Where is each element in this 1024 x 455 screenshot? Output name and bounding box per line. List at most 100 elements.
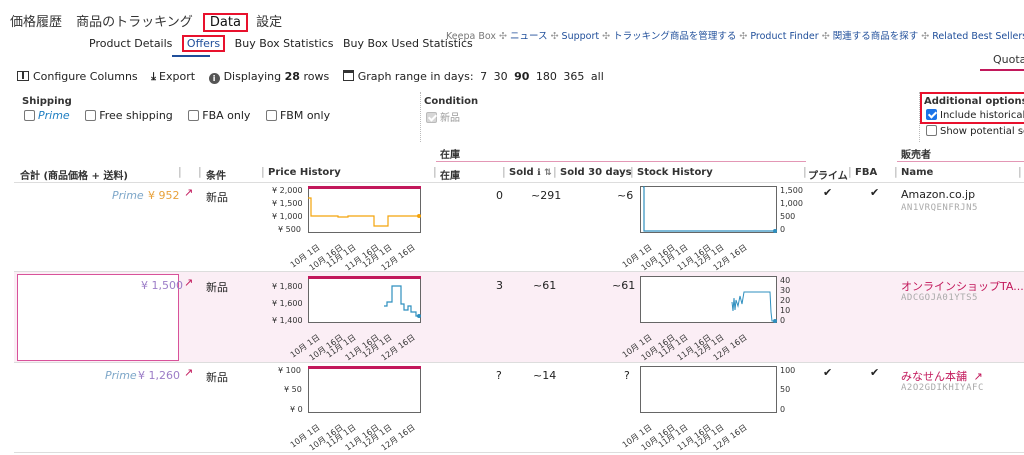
shipping-options: Prime Free shipping FBA only FBM only: [24, 109, 330, 122]
sold-info-icon: ℹ: [537, 168, 541, 178]
stock-axis-label: 0: [780, 316, 786, 325]
link-related-products[interactable]: 関連する商品を探す: [833, 31, 919, 42]
header-condition[interactable]: 条件: [206, 167, 226, 182]
range-all[interactable]: all: [591, 70, 604, 83]
header-price-history[interactable]: Price History: [268, 167, 341, 178]
range-365[interactable]: 365: [563, 70, 584, 83]
header-sep-6: |: [553, 165, 557, 178]
sub-tab-bar: Product Details Offers Buy Box Statistic…: [89, 35, 473, 52]
external-link-icon[interactable]: ↗: [184, 276, 193, 289]
row-stock: ?: [496, 369, 502, 382]
header-total[interactable]: 合計 (商品価格 + 送料): [20, 167, 128, 182]
quota-underline: [980, 69, 1024, 71]
row-sold: ~14: [533, 369, 557, 382]
price-axis-label: ¥ 1,500: [272, 199, 303, 208]
price-history-chart[interactable]: [308, 276, 421, 324]
header-sep-8: |: [803, 165, 807, 178]
row-stock: 3: [496, 279, 503, 292]
include-historical-option[interactable]: Include historical o: [926, 109, 1024, 121]
free-shipping-checkbox[interactable]: [85, 110, 97, 121]
price-axis-label: ¥ 500: [278, 225, 301, 234]
stock-axis-label: 0: [780, 225, 786, 234]
row-sold: ~61: [533, 279, 557, 292]
stock-history-chart[interactable]: [640, 366, 777, 414]
tab-settings[interactable]: 設定: [256, 15, 282, 30]
range-180[interactable]: 180: [536, 70, 557, 83]
external-link-icon[interactable]: ↗: [184, 366, 193, 379]
fbm-only-checkbox[interactable]: [265, 110, 277, 121]
tab-tracking[interactable]: 商品のトラッキング: [76, 15, 193, 30]
seller-name[interactable]: オンラインショップTA...: [901, 278, 1024, 294]
header-sold30[interactable]: Sold 30 days: [560, 167, 632, 178]
header-sep-10: |: [894, 165, 898, 178]
shipping-fba-option[interactable]: FBA only: [188, 109, 250, 122]
header-fba[interactable]: FBA: [855, 167, 877, 178]
toolbar: Configure Columns ⤓ Export i Displaying 28…: [17, 70, 604, 84]
stock-axis-label: 1,500: [780, 186, 803, 195]
link-support[interactable]: Support: [562, 31, 600, 42]
subtab-buybox-stats[interactable]: Buy Box Statistics: [235, 37, 334, 50]
header-sep-11: |: [1018, 165, 1022, 178]
link-news[interactable]: ニュース: [510, 31, 548, 42]
stock-history-chart[interactable]: [640, 276, 777, 324]
stock-history-chart[interactable]: [640, 186, 777, 234]
shipping-fbm-option[interactable]: FBM only: [265, 109, 330, 122]
row-price: ¥ 1,260: [138, 369, 180, 382]
price-history-chart[interactable]: [308, 366, 421, 414]
calendar-icon: [342, 70, 354, 81]
show-potential-checkbox[interactable]: [926, 125, 937, 136]
top-tab-bar: 価格履歴 商品のトラッキング Data 設定: [10, 11, 282, 32]
header-sep-2: |: [198, 165, 202, 178]
condition-option: 新品: [426, 109, 460, 124]
sort-icon[interactable]: ⇅: [544, 168, 552, 178]
header-prime[interactable]: プライム: [808, 167, 848, 182]
price-axis-label: ¥ 2,000: [272, 186, 303, 195]
shipping-free-option[interactable]: Free shipping: [85, 109, 173, 122]
header-sep-7: |: [630, 165, 634, 178]
price-axis-label: ¥ 1,800: [272, 282, 303, 291]
header-stock-history[interactable]: Stock History: [637, 167, 713, 178]
quota-link[interactable]: Quota: [993, 53, 1024, 66]
link-manage-tracking[interactable]: トラッキング商品を管理する: [613, 31, 736, 42]
subtab-product-details[interactable]: Product Details: [89, 37, 172, 50]
columns-icon: [17, 71, 29, 81]
seller-name[interactable]: Amazon.co.jp: [901, 188, 975, 201]
include-historical-checkbox[interactable]: [926, 109, 937, 120]
condition-divider: [420, 92, 421, 142]
header-sep-9: |: [848, 165, 852, 178]
group-header-stock-line: [436, 161, 806, 162]
row-sold30: ?: [624, 369, 630, 382]
row-price: ¥ 1,500: [141, 279, 183, 292]
link-related-best-sellers[interactable]: Related Best Sellers: [932, 31, 1024, 42]
tab-price-history[interactable]: 価格履歴: [10, 15, 62, 30]
header-stock[interactable]: 在庫: [440, 167, 460, 182]
fba-only-checkbox[interactable]: [188, 110, 200, 121]
link-product-finder[interactable]: Product Finder: [750, 31, 818, 42]
seller-name[interactable]: みなせん本舗 ↗: [901, 368, 983, 384]
external-link-icon[interactable]: ↗: [184, 186, 193, 199]
header-sold[interactable]: Sold ℹ ⇅: [509, 167, 552, 178]
row-sold: ~291: [531, 189, 562, 202]
row-condition: 新品: [206, 281, 228, 294]
range-30[interactable]: 30: [494, 70, 508, 83]
link-keepa-box[interactable]: Keepa Box: [446, 31, 496, 42]
range-7[interactable]: 7: [480, 70, 487, 83]
row-sold30: ~61: [612, 279, 636, 292]
price-axis-label: ¥ 1,000: [272, 212, 303, 221]
show-potential-option[interactable]: Show potential sca: [926, 125, 1024, 137]
prime-checkbox[interactable]: [24, 110, 35, 121]
tab-data[interactable]: Data: [202, 13, 248, 32]
top-links: Keepa Box ✣ ニュース ✣ Support ✣ トラッキング商品を管理…: [446, 28, 1024, 42]
range-90[interactable]: 90: [514, 70, 529, 83]
configure-columns-button[interactable]: Configure Columns: [17, 70, 141, 83]
fba-check-icon: ✔: [870, 186, 880, 199]
condition-title: Condition: [424, 96, 479, 107]
external-link-icon[interactable]: ↗: [974, 370, 983, 383]
subtab-offers[interactable]: Offers: [181, 35, 226, 52]
header-sep-4: |: [433, 165, 437, 178]
export-button[interactable]: ⤓ Export: [151, 70, 198, 83]
condition-new-checkbox: [426, 112, 437, 123]
shipping-prime-option[interactable]: Prime: [24, 109, 70, 122]
price-history-chart[interactable]: [308, 186, 421, 234]
header-name[interactable]: Name: [901, 167, 933, 178]
